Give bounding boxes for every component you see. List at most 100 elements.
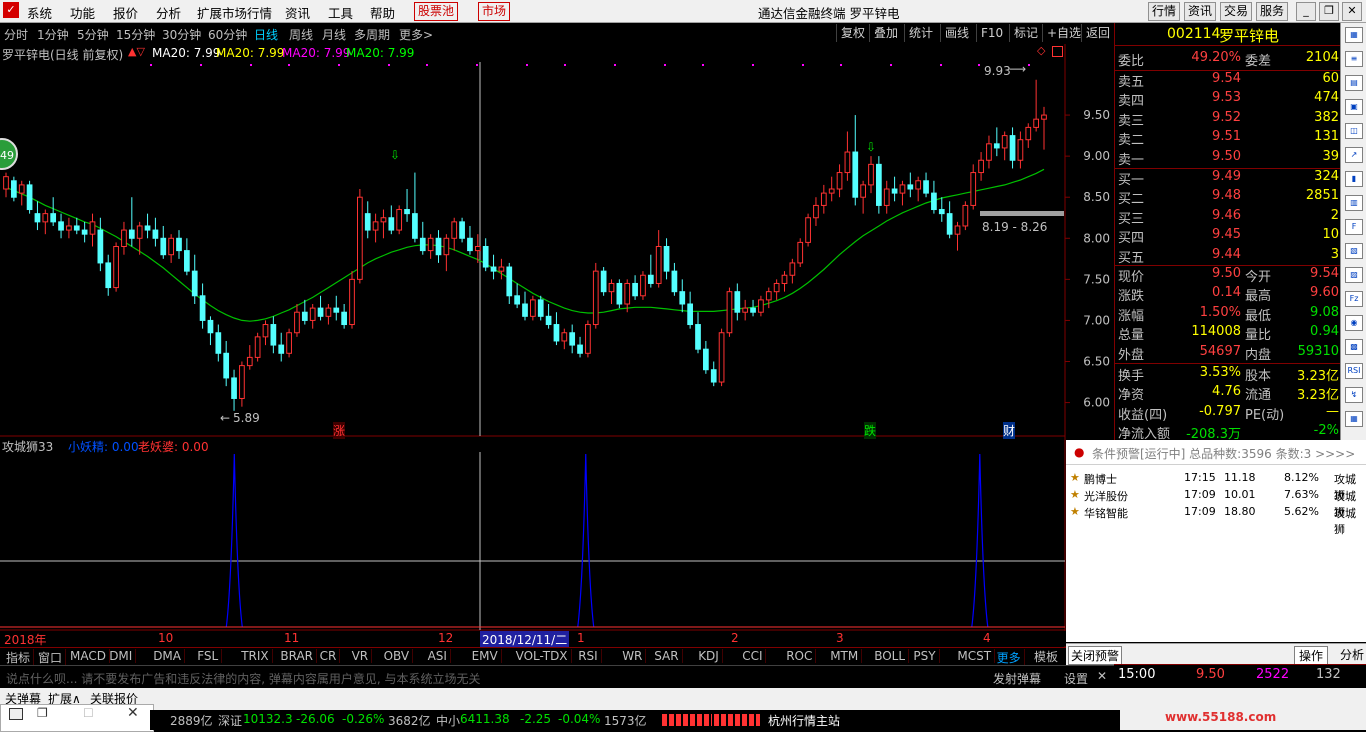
top-trade-button[interactable]: 交易	[1220, 2, 1253, 21]
menu-quote[interactable]: 报价	[113, 3, 138, 22]
indicator-tab-cci[interactable]: CCI	[739, 649, 767, 663]
alert-row[interactable]: ★ 光洋股份 17:09 10.01 7.63% 攻城狮	[1066, 488, 1366, 519]
indicator-tab-emv[interactable]: EMV	[469, 649, 502, 663]
bid-row[interactable]: 买三 9.46 2	[1115, 208, 1341, 227]
event-marker-up[interactable]: 涨	[333, 422, 346, 439]
indicator-tab-vol-tdx[interactable]: VOL-TDX	[513, 649, 572, 663]
indicator-tab-vr[interactable]: VR	[349, 649, 373, 663]
ask-row[interactable]: 卖四 9.53 474	[1115, 90, 1341, 109]
alert-row[interactable]: ★ 鹏博士 17:15 11.18 8.12% 攻城狮	[1066, 471, 1366, 502]
tool-add-favorite[interactable]: +自选	[1042, 24, 1085, 42]
sidebar-chart-icon[interactable]: ↗	[1345, 147, 1363, 163]
top-service-button[interactable]: 服务	[1256, 2, 1289, 21]
menu-analysis[interactable]: 分析	[156, 3, 181, 22]
indicator-tab-boll[interactable]: BOLL	[871, 649, 910, 663]
period-monthly[interactable]: 月线	[322, 26, 346, 43]
indicator-tab-mcst[interactable]: MCST	[954, 649, 996, 663]
danmaku-settings-button[interactable]: 设置	[1064, 670, 1088, 687]
tool-back[interactable]: 返回	[1081, 24, 1114, 42]
menu-system[interactable]: 系统	[27, 3, 52, 22]
menu-help[interactable]: 帮助	[370, 3, 395, 22]
period-15min[interactable]: 15分钟	[116, 26, 155, 43]
indicator-tab-cr[interactable]: CR	[317, 649, 341, 663]
sidebar-icon-14[interactable]: ▩	[1345, 339, 1363, 355]
indicator-tab-指标[interactable]: 指标	[3, 649, 35, 666]
ask-row[interactable]: 卖三 9.52 382	[1115, 110, 1341, 129]
stock-pool-button[interactable]: 股票池	[414, 2, 459, 21]
alert-title[interactable]: 条件预警[运行中] 总品种数:3596 条数:3 >>>>	[1092, 445, 1355, 462]
mini-app-icon[interactable]	[9, 708, 23, 720]
period-60min[interactable]: 60分钟	[208, 26, 247, 43]
event-marker-down[interactable]: 跌	[864, 422, 877, 439]
indicator-tab-obv[interactable]: OBV	[381, 649, 414, 663]
sidebar-icon-3[interactable]: ▤	[1345, 75, 1363, 91]
market-button[interactable]: 市场	[478, 2, 511, 21]
indicator-tab-kdj[interactable]: KDJ	[695, 649, 723, 663]
sidebar-icon-2[interactable]: ≡	[1345, 51, 1363, 67]
kline-chart[interactable]: 9.50 9.00 8.50 8.00 7.50 7.00 6.50 6.00	[0, 44, 1114, 647]
period-1min[interactable]: 1分钟	[37, 26, 69, 43]
expand-icon[interactable]	[1052, 46, 1063, 57]
mini-maximize-icon[interactable]: ☐	[83, 706, 94, 720]
period-fenshi[interactable]: 分时	[4, 26, 28, 43]
alert-row[interactable]: ★ 华铭智能 17:09 18.80 5.62% 攻城狮	[1066, 505, 1366, 536]
sidebar-rsi-icon[interactable]: RSI	[1345, 363, 1363, 379]
sidebar-icon-13[interactable]: ◉	[1345, 315, 1363, 331]
tool-overlay[interactable]: 叠加	[869, 24, 902, 42]
tool-draw[interactable]: 画线	[940, 24, 973, 42]
indicator-tab-sar[interactable]: SAR	[651, 649, 683, 663]
period-daily[interactable]: 日线	[254, 26, 278, 43]
indicator-tab-macd[interactable]: MACD	[67, 649, 110, 663]
tool-mark[interactable]: 标记	[1009, 24, 1042, 42]
sidebar-icon-10[interactable]: ▧	[1345, 243, 1363, 259]
bid-row[interactable]: 买五 9.44 3	[1115, 247, 1341, 266]
danmaku-input[interactable]: 说点什么呗... 请不要发布广告和违反法律的内容, 弹幕内容属用户意见, 与本系…	[6, 670, 481, 687]
restore-icon[interactable]: ❐	[1319, 2, 1339, 21]
ask-row[interactable]: 卖五 9.54 60	[1115, 71, 1341, 90]
period-multi[interactable]: 多周期	[354, 26, 390, 43]
indicator-tab-brar[interactable]: BRAR	[277, 649, 318, 663]
send-danmaku-button[interactable]: 发射弹幕	[993, 670, 1041, 687]
period-5min[interactable]: 5分钟	[77, 26, 109, 43]
app-logo-icon[interactable]: ✓	[3, 2, 19, 18]
sidebar-candle-icon[interactable]: ▮	[1345, 171, 1363, 187]
mini-close-icon[interactable]: ✕	[127, 705, 139, 721]
bid-row[interactable]: 买二 9.48 2851	[1115, 188, 1341, 207]
sidebar-icon-5[interactable]: ◫	[1345, 123, 1363, 139]
server-name[interactable]: 杭州行情主站	[768, 712, 840, 729]
bid-row[interactable]: 买一 9.49 324	[1115, 169, 1341, 188]
indicator-tab-窗口[interactable]: 窗口	[35, 649, 67, 666]
menu-function[interactable]: 功能	[70, 3, 95, 22]
indicator-tab-dmi[interactable]: DMI	[106, 649, 137, 663]
minimize-icon[interactable]: _	[1296, 2, 1316, 21]
indicator-tab-psy[interactable]: PSY	[910, 649, 940, 663]
sidebar-icon-8[interactable]: ▥	[1345, 195, 1363, 211]
ask-row[interactable]: 卖二 9.51 131	[1115, 129, 1341, 148]
analysis-button[interactable]: 分析	[1340, 646, 1364, 663]
top-news-button[interactable]: 资讯	[1184, 2, 1217, 21]
event-marker-finance[interactable]: 财	[1003, 422, 1016, 439]
indicator-tab-fsl[interactable]: FSL	[194, 649, 223, 663]
sidebar-icon-4[interactable]: ▣	[1345, 99, 1363, 115]
template-tab[interactable]: 模板	[1034, 648, 1058, 665]
indicator-tab-mtm[interactable]: MTM	[827, 649, 863, 663]
bid-row[interactable]: 买四 9.45 10	[1115, 227, 1341, 246]
danmaku-close-icon[interactable]: ✕	[1097, 669, 1107, 683]
sidebar-icon-17[interactable]: ▦	[1345, 411, 1363, 427]
menu-tools[interactable]: 工具	[328, 3, 353, 22]
tool-stats[interactable]: 统计	[904, 24, 937, 42]
sidebar-fiz-icon[interactable]: Fz	[1345, 291, 1363, 307]
menu-news[interactable]: 资讯	[285, 3, 310, 22]
tool-f10[interactable]: F10	[976, 24, 1007, 42]
indicator-tab-asi[interactable]: ASI	[425, 649, 451, 663]
period-more[interactable]: 更多>	[399, 26, 433, 43]
tool-adjust[interactable]: 复权	[836, 24, 869, 42]
sidebar-icon-11[interactable]: ▨	[1345, 267, 1363, 283]
close-alert-button[interactable]: 关闭预警	[1068, 646, 1123, 665]
sidebar-icon-9[interactable]: F	[1345, 219, 1363, 235]
indicator-tab-wr[interactable]: WR	[619, 649, 647, 663]
indicator-tab-rsi[interactable]: RSI	[575, 649, 602, 663]
menu-extended-market[interactable]: 扩展市场行情	[197, 3, 272, 22]
mini-restore-icon[interactable]: ❐	[37, 706, 48, 720]
period-weekly[interactable]: 周线	[289, 26, 313, 43]
